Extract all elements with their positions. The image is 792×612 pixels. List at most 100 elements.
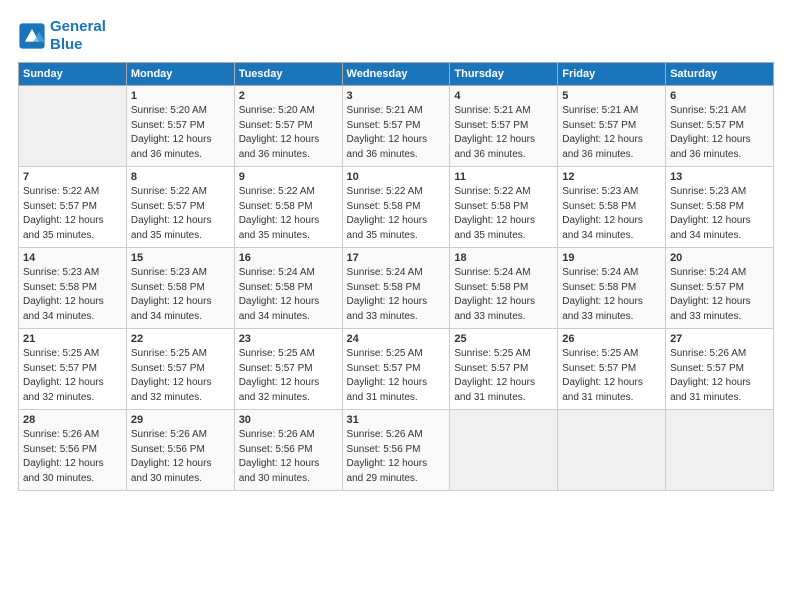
page-header: General Blue — [18, 18, 774, 54]
day-number: 1 — [131, 90, 230, 102]
day-number: 22 — [131, 333, 230, 345]
day-info: Sunrise: 5:25 AMSunset: 5:57 PMDaylight:… — [454, 347, 553, 405]
calendar-cell: 13Sunrise: 5:23 AMSunset: 5:58 PMDayligh… — [666, 167, 774, 248]
logo-icon — [18, 22, 46, 50]
day-info: Sunrise: 5:26 AMSunset: 5:56 PMDaylight:… — [347, 428, 446, 486]
calendar-cell: 5 Sunrise: 5:21 AMSunset: 5:57 PMDaylight… — [558, 86, 666, 167]
day-info: Sunrise: 5:20 AMSunset: 5:57 PMDaylight:… — [239, 104, 338, 162]
logo-text: General Blue — [50, 18, 106, 54]
col-header-saturday: Saturday — [666, 63, 774, 86]
day-info: Sunrise: 5:24 AMSunset: 5:58 PMDaylight:… — [239, 266, 338, 324]
day-number: 2 — [239, 90, 338, 102]
calendar-cell: 26 Sunrise: 5:25 AMSunset: 5:57 PMDayligh… — [558, 329, 666, 410]
day-number: 14 — [23, 252, 122, 264]
day-info: Sunrise: 5:21 AMSunset: 5:57 PMDaylight:… — [347, 104, 446, 162]
day-info: Sunrise: 5:22 AMSunset: 5:58 PMDaylight:… — [347, 185, 446, 243]
day-info: Sunrise: 5:25 AMSunset: 5:57 PMDaylight:… — [239, 347, 338, 405]
day-info: Sunrise: 5:23 AMSunset: 5:58 PMDaylight:… — [562, 185, 661, 243]
col-header-monday: Monday — [126, 63, 234, 86]
day-number: 25 — [454, 333, 553, 345]
day-info: Sunrise: 5:24 AMSunset: 5:57 PMDaylight:… — [670, 266, 769, 324]
calendar-cell: 3 Sunrise: 5:21 AMSunset: 5:57 PMDaylight… — [342, 86, 450, 167]
calendar-body: 1 Sunrise: 5:20 AMSunset: 5:57 PMDaylight… — [19, 86, 774, 491]
calendar-cell: 25 Sunrise: 5:25 AMSunset: 5:57 PMDayligh… — [450, 329, 558, 410]
calendar-cell: 28Sunrise: 5:26 AMSunset: 5:56 PMDayligh… — [19, 410, 127, 491]
day-info: Sunrise: 5:22 AMSunset: 5:58 PMDaylight:… — [454, 185, 553, 243]
day-number: 23 — [239, 333, 338, 345]
day-info: Sunrise: 5:25 AMSunset: 5:57 PMDaylight:… — [23, 347, 122, 405]
calendar-cell: 23 Sunrise: 5:25 AMSunset: 5:57 PMDayligh… — [234, 329, 342, 410]
calendar-cell — [450, 410, 558, 491]
day-info: Sunrise: 5:26 AMSunset: 5:56 PMDaylight:… — [239, 428, 338, 486]
calendar-cell: 24Sunrise: 5:25 AMSunset: 5:57 PMDayligh… — [342, 329, 450, 410]
day-info: Sunrise: 5:22 AMSunset: 5:57 PMDaylight:… — [131, 185, 230, 243]
day-number: 5 — [562, 90, 661, 102]
day-info: Sunrise: 5:23 AMSunset: 5:58 PMDaylight:… — [23, 266, 122, 324]
calendar-cell: 9 Sunrise: 5:22 AMSunset: 5:58 PMDaylight… — [234, 167, 342, 248]
day-info: Sunrise: 5:26 AMSunset: 5:56 PMDaylight:… — [131, 428, 230, 486]
calendar-cell: 22 Sunrise: 5:25 AMSunset: 5:57 PMDayligh… — [126, 329, 234, 410]
calendar-cell: 11 Sunrise: 5:22 AMSunset: 5:58 PMDayligh… — [450, 167, 558, 248]
day-number: 6 — [670, 90, 769, 102]
week-row-1: 1 Sunrise: 5:20 AMSunset: 5:57 PMDaylight… — [19, 86, 774, 167]
day-info: Sunrise: 5:20 AMSunset: 5:57 PMDaylight:… — [131, 104, 230, 162]
day-info: Sunrise: 5:26 AMSunset: 5:57 PMDaylight:… — [670, 347, 769, 405]
day-number: 30 — [239, 414, 338, 426]
day-info: Sunrise: 5:24 AMSunset: 5:58 PMDaylight:… — [347, 266, 446, 324]
calendar-cell: 7Sunrise: 5:22 AMSunset: 5:57 PMDaylight… — [19, 167, 127, 248]
day-number: 24 — [347, 333, 446, 345]
calendar-cell: 16 Sunrise: 5:24 AMSunset: 5:58 PMDayligh… — [234, 248, 342, 329]
week-row-4: 21Sunrise: 5:25 AMSunset: 5:57 PMDayligh… — [19, 329, 774, 410]
calendar-header: SundayMondayTuesdayWednesdayThursdayFrid… — [19, 63, 774, 86]
day-number: 26 — [562, 333, 661, 345]
calendar-cell: 19Sunrise: 5:24 AMSunset: 5:58 PMDayligh… — [558, 248, 666, 329]
day-number: 16 — [239, 252, 338, 264]
calendar-cell — [558, 410, 666, 491]
day-info: Sunrise: 5:21 AMSunset: 5:57 PMDaylight:… — [454, 104, 553, 162]
calendar-cell — [19, 86, 127, 167]
calendar-cell: 14 Sunrise: 5:23 AMSunset: 5:58 PMDayligh… — [19, 248, 127, 329]
calendar-cell: 2 Sunrise: 5:20 AMSunset: 5:57 PMDaylight… — [234, 86, 342, 167]
day-number: 28 — [23, 414, 122, 426]
calendar-cell: 6Sunrise: 5:21 AMSunset: 5:57 PMDaylight… — [666, 86, 774, 167]
day-info: Sunrise: 5:25 AMSunset: 5:57 PMDaylight:… — [562, 347, 661, 405]
calendar-cell: 21Sunrise: 5:25 AMSunset: 5:57 PMDayligh… — [19, 329, 127, 410]
col-header-sunday: Sunday — [19, 63, 127, 86]
calendar-cell — [666, 410, 774, 491]
calendar-cell: 29 Sunrise: 5:26 AMSunset: 5:56 PMDayligh… — [126, 410, 234, 491]
day-info: Sunrise: 5:22 AMSunset: 5:58 PMDaylight:… — [239, 185, 338, 243]
col-header-tuesday: Tuesday — [234, 63, 342, 86]
calendar-cell: 10 Sunrise: 5:22 AMSunset: 5:58 PMDayligh… — [342, 167, 450, 248]
day-number: 11 — [454, 171, 553, 183]
day-number: 12 — [562, 171, 661, 183]
day-info: Sunrise: 5:25 AMSunset: 5:57 PMDaylight:… — [131, 347, 230, 405]
day-number: 29 — [131, 414, 230, 426]
calendar-cell: 8Sunrise: 5:22 AMSunset: 5:57 PMDaylight… — [126, 167, 234, 248]
day-number: 9 — [239, 171, 338, 183]
day-number: 10 — [347, 171, 446, 183]
week-row-3: 14 Sunrise: 5:23 AMSunset: 5:58 PMDayligh… — [19, 248, 774, 329]
calendar-cell: 12 Sunrise: 5:23 AMSunset: 5:58 PMDayligh… — [558, 167, 666, 248]
day-number: 31 — [347, 414, 446, 426]
col-header-thursday: Thursday — [450, 63, 558, 86]
calendar-cell: 27 Sunrise: 5:26 AMSunset: 5:57 PMDayligh… — [666, 329, 774, 410]
calendar-cell: 1 Sunrise: 5:20 AMSunset: 5:57 PMDaylight… — [126, 86, 234, 167]
calendar-cell: 17Sunrise: 5:24 AMSunset: 5:58 PMDayligh… — [342, 248, 450, 329]
header-row: SundayMondayTuesdayWednesdayThursdayFrid… — [19, 63, 774, 86]
day-info: Sunrise: 5:22 AMSunset: 5:57 PMDaylight:… — [23, 185, 122, 243]
col-header-friday: Friday — [558, 63, 666, 86]
calendar-cell: 20Sunrise: 5:24 AMSunset: 5:57 PMDayligh… — [666, 248, 774, 329]
calendar-cell: 30 Sunrise: 5:26 AMSunset: 5:56 PMDayligh… — [234, 410, 342, 491]
calendar-cell: 15Sunrise: 5:23 AMSunset: 5:58 PMDayligh… — [126, 248, 234, 329]
day-number: 27 — [670, 333, 769, 345]
day-number: 3 — [347, 90, 446, 102]
day-info: Sunrise: 5:23 AMSunset: 5:58 PMDaylight:… — [131, 266, 230, 324]
calendar-cell: 18Sunrise: 5:24 AMSunset: 5:58 PMDayligh… — [450, 248, 558, 329]
day-info: Sunrise: 5:21 AMSunset: 5:57 PMDaylight:… — [562, 104, 661, 162]
week-row-5: 28 Sunrise: 5:26 AMSunset: 5:56 PMDayligh… — [19, 410, 774, 491]
col-header-wednesday: Wednesday — [342, 63, 450, 86]
calendar-table: SundayMondayTuesdayWednesdayThursdayFrid… — [18, 62, 774, 491]
calendar-cell: 31 Sunrise: 5:26 AMSunset: 5:56 PMDayligh… — [342, 410, 450, 491]
day-number: 4 — [454, 90, 553, 102]
week-row-2: 7Sunrise: 5:22 AMSunset: 5:57 PMDaylight… — [19, 167, 774, 248]
